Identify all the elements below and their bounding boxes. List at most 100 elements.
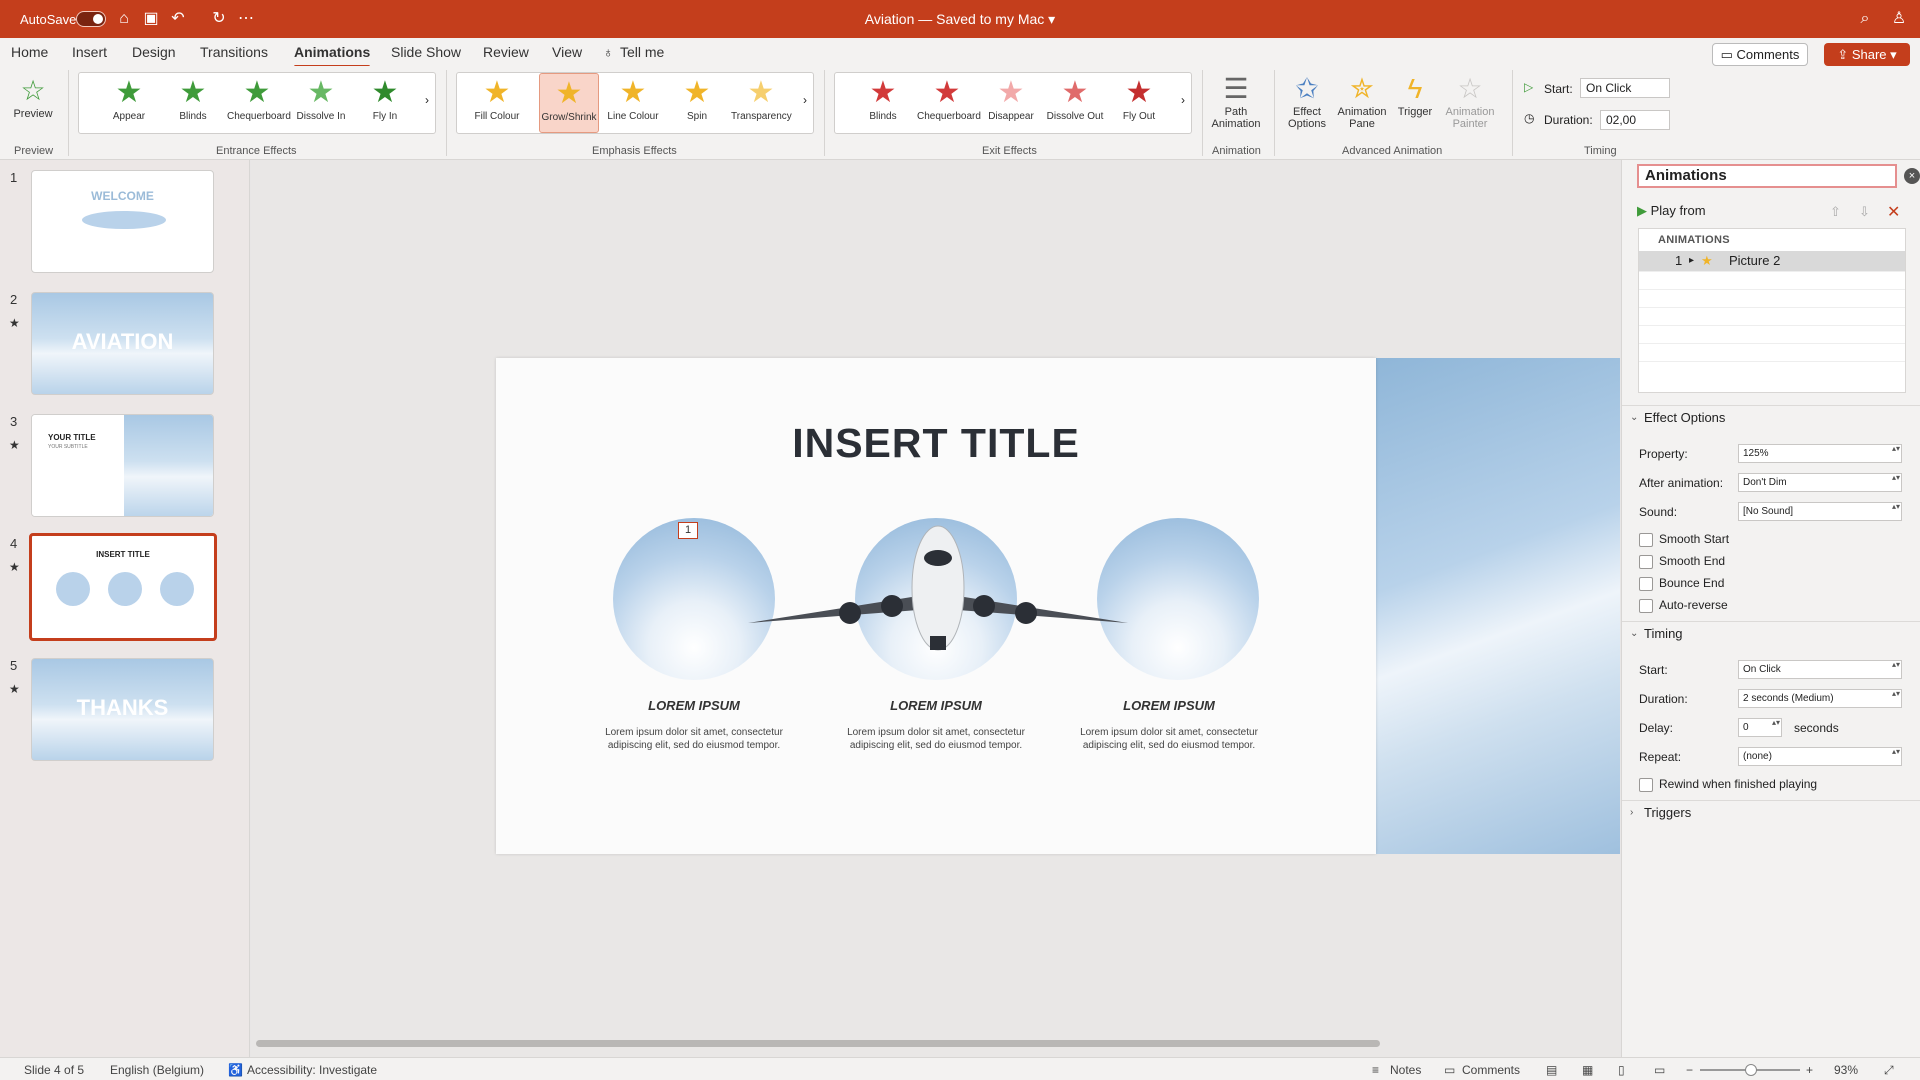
- animation-pane-button[interactable]: ✮ Animation Pane: [1336, 72, 1388, 130]
- zoom-out-icon[interactable]: −: [1686, 1063, 1693, 1077]
- zoom-in-icon[interactable]: +: [1806, 1063, 1813, 1077]
- triggers-section[interactable]: › Triggers: [1622, 800, 1920, 824]
- effect-fill-colour[interactable]: ★ Fill Colour: [467, 73, 527, 133]
- column-heading[interactable]: LOREM IPSUM: [1069, 698, 1269, 713]
- gallery-next-icon[interactable]: ›: [803, 93, 807, 107]
- animation-painter-button[interactable]: ☆ Animation Painter: [1442, 72, 1498, 130]
- start-select[interactable]: On Click: [1580, 78, 1670, 98]
- share-button[interactable]: ⇪ Share ▾: [1824, 43, 1910, 66]
- play-from-button[interactable]: ▶ Play from: [1637, 203, 1706, 219]
- animation-order-tag[interactable]: 1: [678, 522, 698, 539]
- animation-list-item[interactable]: 1 ▸ ★ Picture 2: [1639, 251, 1905, 271]
- effect-grow-shrink[interactable]: ★ Grow/Shrink: [539, 73, 599, 133]
- effect-chequerboard-in[interactable]: ★ Chequerboard: [227, 73, 291, 133]
- effect-transparency[interactable]: ★ Transparency: [731, 73, 792, 133]
- start-select[interactable]: On Click: [1738, 660, 1902, 679]
- column-heading[interactable]: LOREM IPSUM: [594, 698, 794, 713]
- effect-blinds-in[interactable]: ★ Blinds: [163, 73, 223, 133]
- effect-line-colour[interactable]: ★ Line Colour: [603, 73, 663, 133]
- zoom-level[interactable]: 93%: [1834, 1063, 1858, 1077]
- tab-tell-me[interactable]: Tell me: [620, 44, 664, 60]
- path-animation-button[interactable]: ☰ Path Animation: [1208, 72, 1264, 130]
- effect-blinds-out[interactable]: ★ Blinds: [853, 73, 913, 133]
- move-down-icon[interactable]: ⇩: [1859, 204, 1870, 220]
- repeat-select[interactable]: (none): [1738, 747, 1902, 766]
- tab-design[interactable]: Design: [132, 44, 176, 60]
- gallery-next-icon[interactable]: ›: [1181, 93, 1185, 107]
- comments-button[interactable]: Comments: [1462, 1063, 1520, 1077]
- normal-view-icon[interactable]: ▤: [1546, 1063, 1557, 1077]
- effect-fly-out[interactable]: ★ Fly Out: [1109, 73, 1169, 133]
- slideshow-view-icon[interactable]: ▭: [1654, 1063, 1665, 1077]
- column-text[interactable]: Lorem ipsum dolor sit amet, consectetur …: [846, 726, 1026, 752]
- preview-button[interactable]: ☆ Preview: [10, 74, 56, 120]
- accessibility-status[interactable]: Accessibility: Investigate: [247, 1063, 377, 1077]
- effect-dissolve-in[interactable]: ★ Dissolve In: [291, 73, 351, 133]
- auto-reverse-checkbox[interactable]: Auto-reverse: [1639, 598, 1728, 613]
- language[interactable]: English (Belgium): [110, 1063, 204, 1077]
- slide-thumb-4[interactable]: INSERT TITLE: [29, 533, 217, 641]
- trigger-button[interactable]: ϟ Trigger: [1392, 72, 1438, 118]
- effect-chequerboard-out[interactable]: ★ Chequerboard: [917, 73, 981, 133]
- column-text[interactable]: Lorem ipsum dolor sit amet, consectetur …: [1079, 726, 1259, 752]
- slide-number: 2: [10, 292, 18, 307]
- smooth-start-checkbox[interactable]: Smooth Start: [1639, 532, 1729, 547]
- animation-star-icon: ★: [9, 316, 20, 330]
- effect-fly-in[interactable]: ★ Fly In: [355, 73, 415, 133]
- comments-button[interactable]: ▭ Comments: [1712, 43, 1808, 66]
- delete-icon[interactable]: ✕: [1887, 202, 1900, 222]
- tab-view[interactable]: View: [552, 44, 582, 60]
- tab-review[interactable]: Review: [483, 44, 529, 60]
- fit-slide-icon[interactable]: ⤢: [1884, 1063, 1894, 1078]
- duration-input[interactable]: 02,00: [1600, 110, 1670, 130]
- slide-thumb-2[interactable]: AVIATION: [31, 292, 214, 395]
- property-select[interactable]: 125%: [1738, 444, 1902, 463]
- effect-options-button[interactable]: ✩ Effect Options: [1282, 72, 1332, 130]
- move-up-icon[interactable]: ⇧: [1830, 204, 1841, 220]
- gallery-next-icon[interactable]: ›: [425, 93, 429, 107]
- rewind-checkbox[interactable]: Rewind when finished playing: [1639, 777, 1817, 792]
- zoom-slider-thumb[interactable]: [1745, 1064, 1757, 1076]
- tab-insert[interactable]: Insert: [72, 44, 107, 60]
- tab-home[interactable]: Home: [11, 44, 48, 60]
- zoom-slider[interactable]: [1700, 1064, 1800, 1076]
- delay-stepper[interactable]: 0: [1738, 718, 1782, 737]
- current-slide[interactable]: INSERT TITLE 1 LOREM IPSUM LOREM IPSUM L…: [496, 358, 1376, 854]
- after-animation-select[interactable]: Don't Dim: [1738, 473, 1902, 492]
- menu-bar: Home Insert Design Transitions Animation…: [0, 38, 1920, 68]
- animation-star-icon: ★: [9, 560, 20, 574]
- grid-view-icon[interactable]: ▦: [1582, 1063, 1593, 1077]
- slide-thumb-3[interactable]: YOUR TITLE YOUR SUBTITLE: [31, 414, 214, 517]
- column-heading[interactable]: LOREM IPSUM: [836, 698, 1036, 713]
- close-icon[interactable]: ×: [1904, 168, 1920, 184]
- tab-animations[interactable]: Animations: [294, 44, 371, 68]
- duration-select[interactable]: 2 seconds (Medium): [1738, 689, 1902, 708]
- effect-options-section[interactable]: ⌄ Effect Options: [1622, 405, 1920, 429]
- plane-cockpit: [924, 550, 952, 566]
- effect-appear[interactable]: ★ Appear: [99, 73, 159, 133]
- tab-slide-show[interactable]: Slide Show: [391, 44, 461, 60]
- notes-button[interactable]: Notes: [1390, 1063, 1421, 1077]
- star-icon: ★: [307, 76, 335, 109]
- tab-transitions[interactable]: Transitions: [200, 44, 268, 60]
- bounce-end-checkbox[interactable]: Bounce End: [1639, 576, 1724, 591]
- timing-section[interactable]: ⌄ Timing: [1622, 621, 1920, 645]
- trigger-label: Trigger: [1397, 106, 1433, 118]
- exit-group-label: Exit Effects: [982, 145, 1037, 157]
- star-icon: ★: [243, 76, 271, 109]
- reading-view-icon[interactable]: ▯: [1618, 1063, 1625, 1077]
- play-icon: ▶: [1637, 203, 1647, 218]
- column-text[interactable]: Lorem ipsum dolor sit amet, consectetur …: [604, 726, 784, 752]
- smooth-end-checkbox[interactable]: Smooth End: [1639, 554, 1725, 569]
- slide-title[interactable]: INSERT TITLE: [496, 420, 1376, 467]
- horizontal-scrollbar[interactable]: [256, 1040, 1380, 1047]
- profile-icon[interactable]: ♙: [1889, 9, 1909, 29]
- effect-spin[interactable]: ★ Spin: [667, 73, 727, 133]
- search-icon[interactable]: ⌕: [1855, 9, 1875, 29]
- sound-select[interactable]: [No Sound]: [1738, 502, 1902, 521]
- slide-thumb-1[interactable]: WELCOME: [31, 170, 214, 273]
- airplane-image[interactable]: [728, 518, 1148, 678]
- effect-dissolve-out[interactable]: ★ Dissolve Out: [1045, 73, 1105, 133]
- slide-thumb-5[interactable]: THANKS: [31, 658, 214, 761]
- effect-disappear[interactable]: ★ Disappear: [981, 73, 1041, 133]
